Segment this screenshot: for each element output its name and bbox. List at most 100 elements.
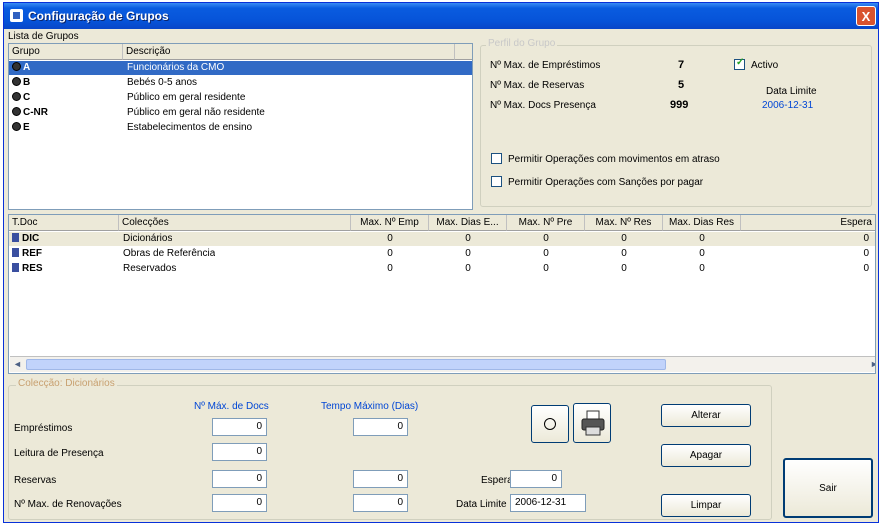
active-label: Activo <box>751 60 779 71</box>
doctypes-col-max-reservations[interactable]: Max. Nº Res <box>585 215 663 231</box>
group-code: C <box>23 92 31 103</box>
doctypes-col-max-loan-days[interactable]: Max. Dias E... <box>429 215 507 231</box>
allow-sanctions-checkbox[interactable] <box>491 176 502 187</box>
wait-input[interactable]: 0 <box>510 470 562 488</box>
doctypes-col-max-presence[interactable]: Max. Nº Pre <box>507 215 585 231</box>
doctype-row[interactable]: DIC Dicionários 0 0 0 0 0 0 <box>9 232 875 246</box>
print-button[interactable] <box>573 403 611 443</box>
presence-label: Leitura de Presença <box>14 448 104 459</box>
doctype-code: REF <box>22 248 42 259</box>
groups-section-label: Lista de Grupos <box>8 31 79 42</box>
doctypes-col-max-res-days[interactable]: Max. Dias Res <box>663 215 741 231</box>
doctype-wait: 0 <box>863 233 869 244</box>
doctype-max-reservations: 0 <box>621 248 627 259</box>
groups-col-group[interactable]: Grupo <box>9 44 123 60</box>
group-description: Público em geral não residente <box>127 107 265 118</box>
doctype-max-presence: 0 <box>543 233 549 244</box>
group-row[interactable]: A Funcionários da CMO <box>9 61 472 75</box>
group-code: B <box>23 77 31 88</box>
renewals-label: Nº Max. de Renovações <box>14 499 122 510</box>
renewals-docs-input[interactable]: 0 <box>212 494 267 512</box>
max-docs-header: Nº Máx. de Docs <box>194 401 269 412</box>
doctype-name: Reservados <box>123 263 177 274</box>
doctype-max-res-days: 0 <box>699 263 705 274</box>
active-checkbox[interactable] <box>734 57 745 70</box>
scroll-thumb[interactable] <box>26 359 666 370</box>
title-bar[interactable]: Configuração de Grupos X <box>4 3 878 29</box>
exit-button[interactable]: Sair <box>783 458 873 518</box>
doctype-row[interactable]: RES Reservados 0 0 0 0 0 0 <box>9 262 875 276</box>
max-presence-value: 999 <box>670 99 689 111</box>
clear-button[interactable]: Limpar <box>661 494 751 517</box>
max-reservations-value: 5 <box>678 79 685 91</box>
close-button[interactable]: X <box>856 6 876 26</box>
change-button[interactable]: Alterar <box>661 404 751 427</box>
document-icon <box>12 233 19 242</box>
loans-docs-input[interactable]: 0 <box>212 418 267 436</box>
doctype-max-presence: 0 <box>543 263 549 274</box>
collection-limit-date-input[interactable]: 2006-12-31 <box>510 494 586 512</box>
allow-delays-checkbox[interactable] <box>491 153 502 164</box>
group-code: A <box>23 62 31 73</box>
printer-icon <box>581 410 605 436</box>
doctype-wait: 0 <box>863 248 869 259</box>
groups-col-description[interactable]: Descrição <box>123 44 455 60</box>
doctype-code: RES <box>22 263 43 274</box>
allow-sanctions-label: Permitir Operações com Sanções por pagar <box>508 177 704 188</box>
doctype-row[interactable]: REF Obras de Referência 0 0 0 0 0 0 <box>9 247 875 261</box>
search-button[interactable] <box>531 405 569 443</box>
group-profile-legend: Perfil do Grupo <box>486 38 558 49</box>
doctype-name: Obras de Referência <box>123 248 216 259</box>
horizontal-scrollbar[interactable]: ◄ ► <box>10 356 875 372</box>
doctypes-col-max-loans[interactable]: Max. Nº Emp <box>351 215 429 231</box>
doctype-name: Dicionários <box>123 233 173 244</box>
collection-limit-date-label: Data Limite <box>456 499 507 510</box>
doctype-max-loans: 0 <box>387 233 393 244</box>
doctypes-col-collections[interactable]: Colecções <box>119 215 351 231</box>
config-groups-window: Configuração de Grupos X Lista de Grupos… <box>3 2 879 523</box>
group-description: Estabelecimentos de ensino <box>127 122 253 133</box>
wait-label: Espera <box>481 475 513 486</box>
max-time-header: Tempo Máximo (Dias) <box>321 401 419 412</box>
group-code: E <box>23 122 30 133</box>
group-icon <box>12 107 21 116</box>
group-row[interactable]: C Público em geral residente <box>9 91 472 105</box>
doctypes-col-tdoc[interactable]: T.Doc <box>9 215 119 231</box>
doctype-max-loan-days: 0 <box>465 233 471 244</box>
reservations-docs-input[interactable]: 0 <box>212 470 267 488</box>
groups-list[interactable]: Grupo Descrição A Funcionários da CMO B … <box>8 43 473 210</box>
delete-button[interactable]: Apagar <box>661 444 751 467</box>
group-icon <box>12 62 21 71</box>
group-icon <box>12 122 21 131</box>
collection-legend: Colecção: Dicionários <box>16 378 117 389</box>
profile-limit-date-label: Data Limite <box>766 86 817 97</box>
group-row[interactable]: E Estabelecimentos de ensino <box>9 121 472 135</box>
group-icon <box>12 92 21 101</box>
doctype-max-loan-days: 0 <box>465 263 471 274</box>
scroll-right-arrow-icon[interactable]: ► <box>869 359 875 370</box>
max-presence-label: Nº Max. Docs Presença <box>490 100 596 111</box>
renewals-days-input[interactable]: 0 <box>353 494 408 512</box>
max-loans-label: Nº Max. de Empréstimos <box>490 60 601 71</box>
scroll-left-arrow-icon[interactable]: ◄ <box>12 359 23 370</box>
group-description: Bebés 0-5 anos <box>127 77 198 88</box>
doctype-max-res-days: 0 <box>699 233 705 244</box>
doctype-code: DIC <box>22 233 40 244</box>
doctype-max-res-days: 0 <box>699 248 705 259</box>
group-description: Funcionários da CMO <box>127 62 225 73</box>
presence-docs-input[interactable]: 0 <box>212 443 267 461</box>
group-row[interactable]: C-NR Público em geral não residente <box>9 106 472 120</box>
group-row[interactable]: B Bebés 0-5 anos <box>9 76 472 90</box>
doctypes-col-wait[interactable]: Espera <box>741 215 875 231</box>
doctype-max-reservations: 0 <box>621 263 627 274</box>
profile-limit-date-value: 2006-12-31 <box>762 100 814 111</box>
circle-icon <box>544 418 556 430</box>
loans-days-input[interactable]: 0 <box>353 418 408 436</box>
doctype-max-loans: 0 <box>387 248 393 259</box>
window-title: Configuração de Grupos <box>28 9 169 23</box>
reservations-days-input[interactable]: 0 <box>353 470 408 488</box>
document-icon <box>12 248 19 257</box>
doctypes-grid[interactable]: T.Doc Colecções Max. Nº Emp Max. Dias E.… <box>8 214 876 374</box>
allow-delays-label: Permitir Operações com movimentos em atr… <box>508 154 720 165</box>
group-icon <box>12 77 21 86</box>
